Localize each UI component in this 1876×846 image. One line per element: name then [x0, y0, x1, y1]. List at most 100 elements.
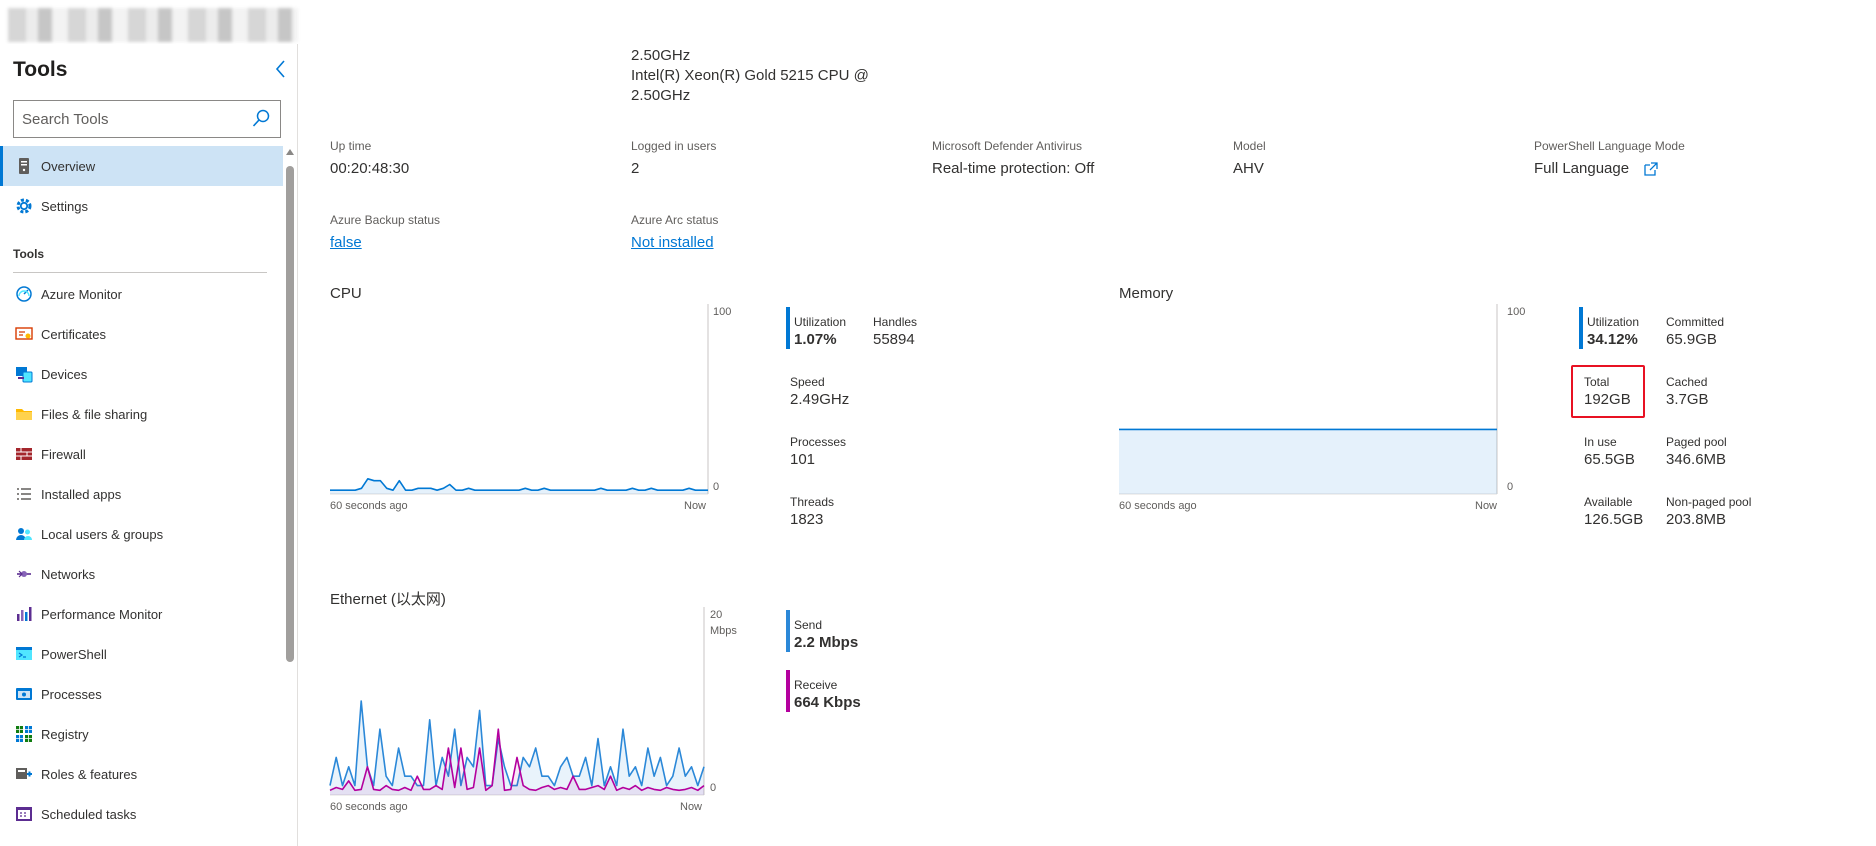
cpu-utilization-series-line — [330, 478, 708, 491]
ethernet-y-max: 20 — [710, 609, 723, 621]
sidebar-scrollbar-thumb[interactable] — [286, 166, 294, 662]
sidebar-item-label: Devices — [41, 366, 88, 382]
ethernet-send-stat: Send 2.2 Mbps — [794, 618, 859, 651]
folder-icon — [16, 409, 32, 420]
cpu-y-max: 100 — [713, 306, 732, 318]
memory-title: Memory — [1119, 285, 1174, 302]
sidebar-item-powershell[interactable]: PowerShell — [0, 634, 283, 674]
search-box — [13, 100, 281, 138]
model-label: Model — [1233, 139, 1266, 153]
sidebar-item-files-and-file-sharing[interactable]: Files & file sharing — [0, 394, 283, 434]
tools-divider — [13, 272, 267, 273]
sidebar-item-networks[interactable]: Networks — [0, 554, 283, 594]
roles-icon — [16, 768, 32, 779]
sidebar-item-overview[interactable]: Overview — [0, 146, 283, 186]
external-link-icon[interactable] — [1643, 161, 1659, 177]
cpu-chart — [330, 304, 709, 495]
sidebar-item-installed-apps[interactable]: Installed apps — [0, 474, 283, 514]
sidebar-item-label: Azure Monitor — [41, 286, 122, 302]
memory-available-stat: Available 126.5GB — [1584, 495, 1644, 528]
users-icon — [16, 528, 32, 540]
search-icon[interactable] — [252, 109, 270, 129]
ps-mode-label: PowerShell Language Mode — [1534, 139, 1685, 153]
sidebar-title: Tools — [13, 58, 68, 81]
scheduled-tasks-icon — [16, 807, 32, 821]
memory-committed-stat: Committed 65.9GB — [1666, 315, 1725, 348]
cpu-speed-stat: Speed 2.49GHz — [790, 375, 850, 408]
sidebar-item-firewall[interactable]: Firewall — [0, 434, 283, 474]
memory-y-min: 0 — [1507, 481, 1514, 493]
sidebar-item-label: Files & file sharing — [41, 406, 148, 422]
defender-label: Microsoft Defender Antivirus — [932, 139, 1083, 153]
ps-mode-value: Full Language — [1534, 160, 1630, 177]
cpu-utilization-bar — [786, 307, 790, 349]
cpu-threads-stat: Threads 1823 — [790, 495, 835, 528]
backup-label: Azure Backup status — [330, 213, 441, 227]
cpu-title: CPU — [330, 285, 362, 302]
server-icon — [19, 158, 29, 174]
tools-section-header: Tools — [13, 247, 45, 261]
search-input[interactable] — [14, 101, 244, 137]
powershell-icon — [16, 647, 32, 660]
registry-icon — [16, 726, 32, 742]
ethernet-title: Ethernet (以太网) — [330, 591, 446, 608]
sidebar-item-label: Processes — [41, 686, 102, 702]
sidebar-item-performance-monitor[interactable]: Performance Monitor — [0, 594, 283, 634]
sidebar-item-certificates[interactable]: Certificates — [0, 314, 283, 354]
azure-monitor-icon — [16, 286, 32, 302]
sidebar-item-label: Local users & groups — [41, 526, 164, 542]
memory-x-right: Now — [1475, 500, 1498, 512]
logged-users-value: 2 — [631, 160, 640, 177]
sidebar-item-registry[interactable]: Registry — [0, 714, 283, 754]
receive-color-bar — [786, 670, 790, 712]
overview-main: 2.50GHz Intel(R) Xeon(R) Gold 5215 CPU @… — [300, 0, 1876, 846]
cpu-processes-stat: Processes 101 — [790, 435, 847, 468]
processor-speed-text: 2.50GHz — [631, 47, 691, 64]
ethernet-y-min: 0 — [710, 782, 717, 794]
total-highlight-box — [1571, 365, 1645, 418]
memory-paged-pool-stat: Paged pool 346.6MB — [1666, 435, 1727, 468]
memory-utilization-bar — [1579, 307, 1583, 349]
sidebar-item-label: Overview — [41, 158, 96, 174]
collapse-chevron-icon[interactable] — [274, 58, 296, 84]
performance-icon — [17, 607, 32, 621]
ethernet-chart — [329, 607, 705, 796]
processor-speed-text-2: 2.50GHz — [631, 87, 691, 104]
sidebar-item-label: Performance Monitor — [41, 606, 163, 622]
ethernet-x-right: Now — [680, 801, 703, 813]
sidebar-item-label: Installed apps — [41, 486, 122, 502]
sidebar-item-label: Certificates — [41, 326, 107, 342]
tools-sidebar: Tools Overview Settings Tools Azure Monit… — [0, 44, 298, 846]
sidebar-item-devices[interactable]: Devices — [0, 354, 283, 394]
processor-name-text: Intel(R) Xeon(R) Gold 5215 CPU @ — [631, 67, 869, 84]
processes-icon — [16, 688, 32, 700]
memory-non-paged-pool-stat: Non-paged pool 203.8MB — [1666, 495, 1752, 528]
arc-status-link[interactable]: Not installed — [631, 234, 714, 251]
certificate-icon — [15, 327, 33, 340]
sidebar-item-settings[interactable]: Settings — [0, 186, 283, 226]
send-color-bar — [786, 610, 790, 652]
sidebar-item-label: Networks — [41, 566, 96, 582]
up-time-value: 00:20:48:30 — [330, 160, 410, 177]
ethernet-y-unit: Mbps — [710, 625, 737, 637]
scroll-up-arrow[interactable] — [286, 149, 294, 155]
sidebar-item-scheduled-tasks[interactable]: Scheduled tasks — [0, 794, 283, 834]
memory-y-max: 100 — [1507, 306, 1526, 318]
memory-utilization-series-area — [1119, 429, 1497, 494]
sidebar-item-label: Scheduled tasks — [41, 806, 137, 822]
sidebar-item-processes[interactable]: Processes — [0, 674, 283, 714]
cpu-x-right: Now — [684, 500, 707, 512]
memory-cached-stat: Cached 3.7GB — [1666, 375, 1709, 408]
sidebar-item-local-users-and-groups[interactable]: Local users & groups — [0, 514, 283, 554]
sidebar-item-label: Settings — [41, 198, 88, 214]
network-icon — [17, 570, 31, 578]
memory-utilization-stat: Utilization 34.12% — [1587, 315, 1640, 348]
cpu-y-min: 0 — [713, 481, 720, 493]
arc-label: Azure Arc status — [631, 213, 719, 227]
sidebar-item-roles-and-features[interactable]: Roles & features — [0, 754, 283, 794]
cpu-x-left: 60 seconds ago — [330, 500, 408, 512]
sidebar-item-azure-monitor[interactable]: Azure Monitor — [0, 274, 283, 314]
memory-x-left: 60 seconds ago — [1119, 500, 1197, 512]
ethernet-receive-stat: Receive 664 Kbps — [794, 678, 861, 711]
backup-status-link[interactable]: false — [330, 234, 362, 251]
